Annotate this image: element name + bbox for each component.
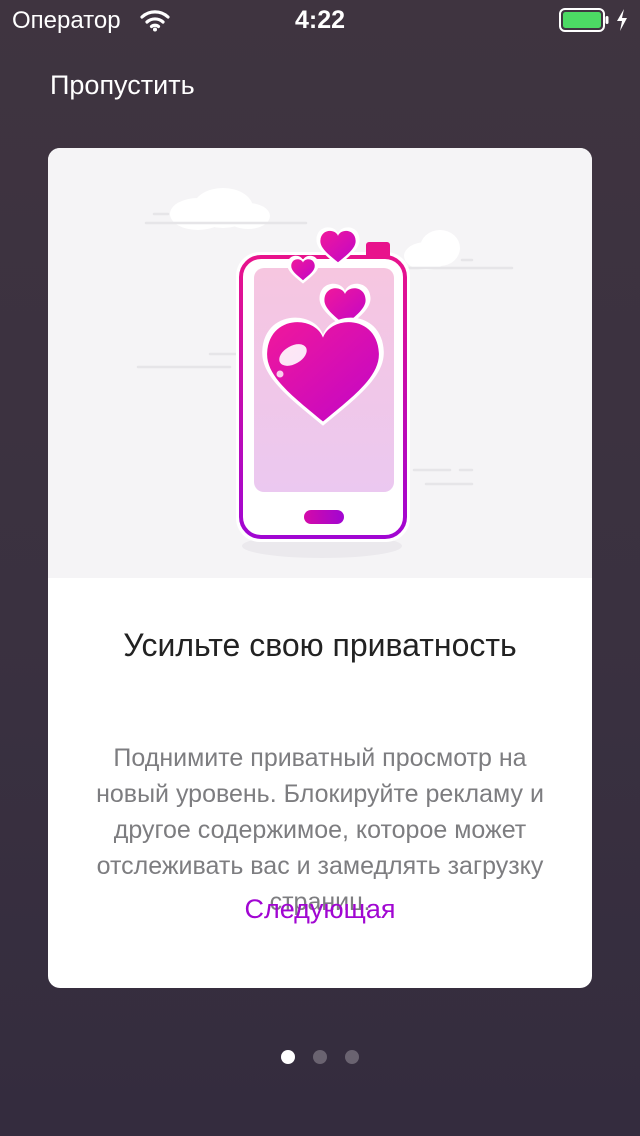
page-dot-3[interactable] — [345, 1050, 359, 1064]
phone-with-hearts-illustration — [48, 148, 592, 578]
page-dot-1[interactable] — [281, 1050, 295, 1064]
onboarding-title: Усильте свою приватность — [123, 627, 517, 663]
status-time: 4:22 — [294, 6, 346, 34]
next-button[interactable]: Следующая — [48, 894, 592, 925]
onboarding-description: Поднимите приватный просмотр на новый ур… — [96, 744, 544, 916]
status-bar: Оператор 4:22 — [0, 0, 640, 40]
battery-icon — [559, 8, 609, 32]
bolt-icon — [617, 9, 627, 31]
page-indicator[interactable] — [0, 1050, 640, 1064]
page-dot-2[interactable] — [313, 1050, 327, 1064]
skip-button[interactable]: Пропустить — [50, 70, 195, 101]
onboarding-card: Усильте свою приватность Поднимите прива… — [48, 148, 592, 988]
